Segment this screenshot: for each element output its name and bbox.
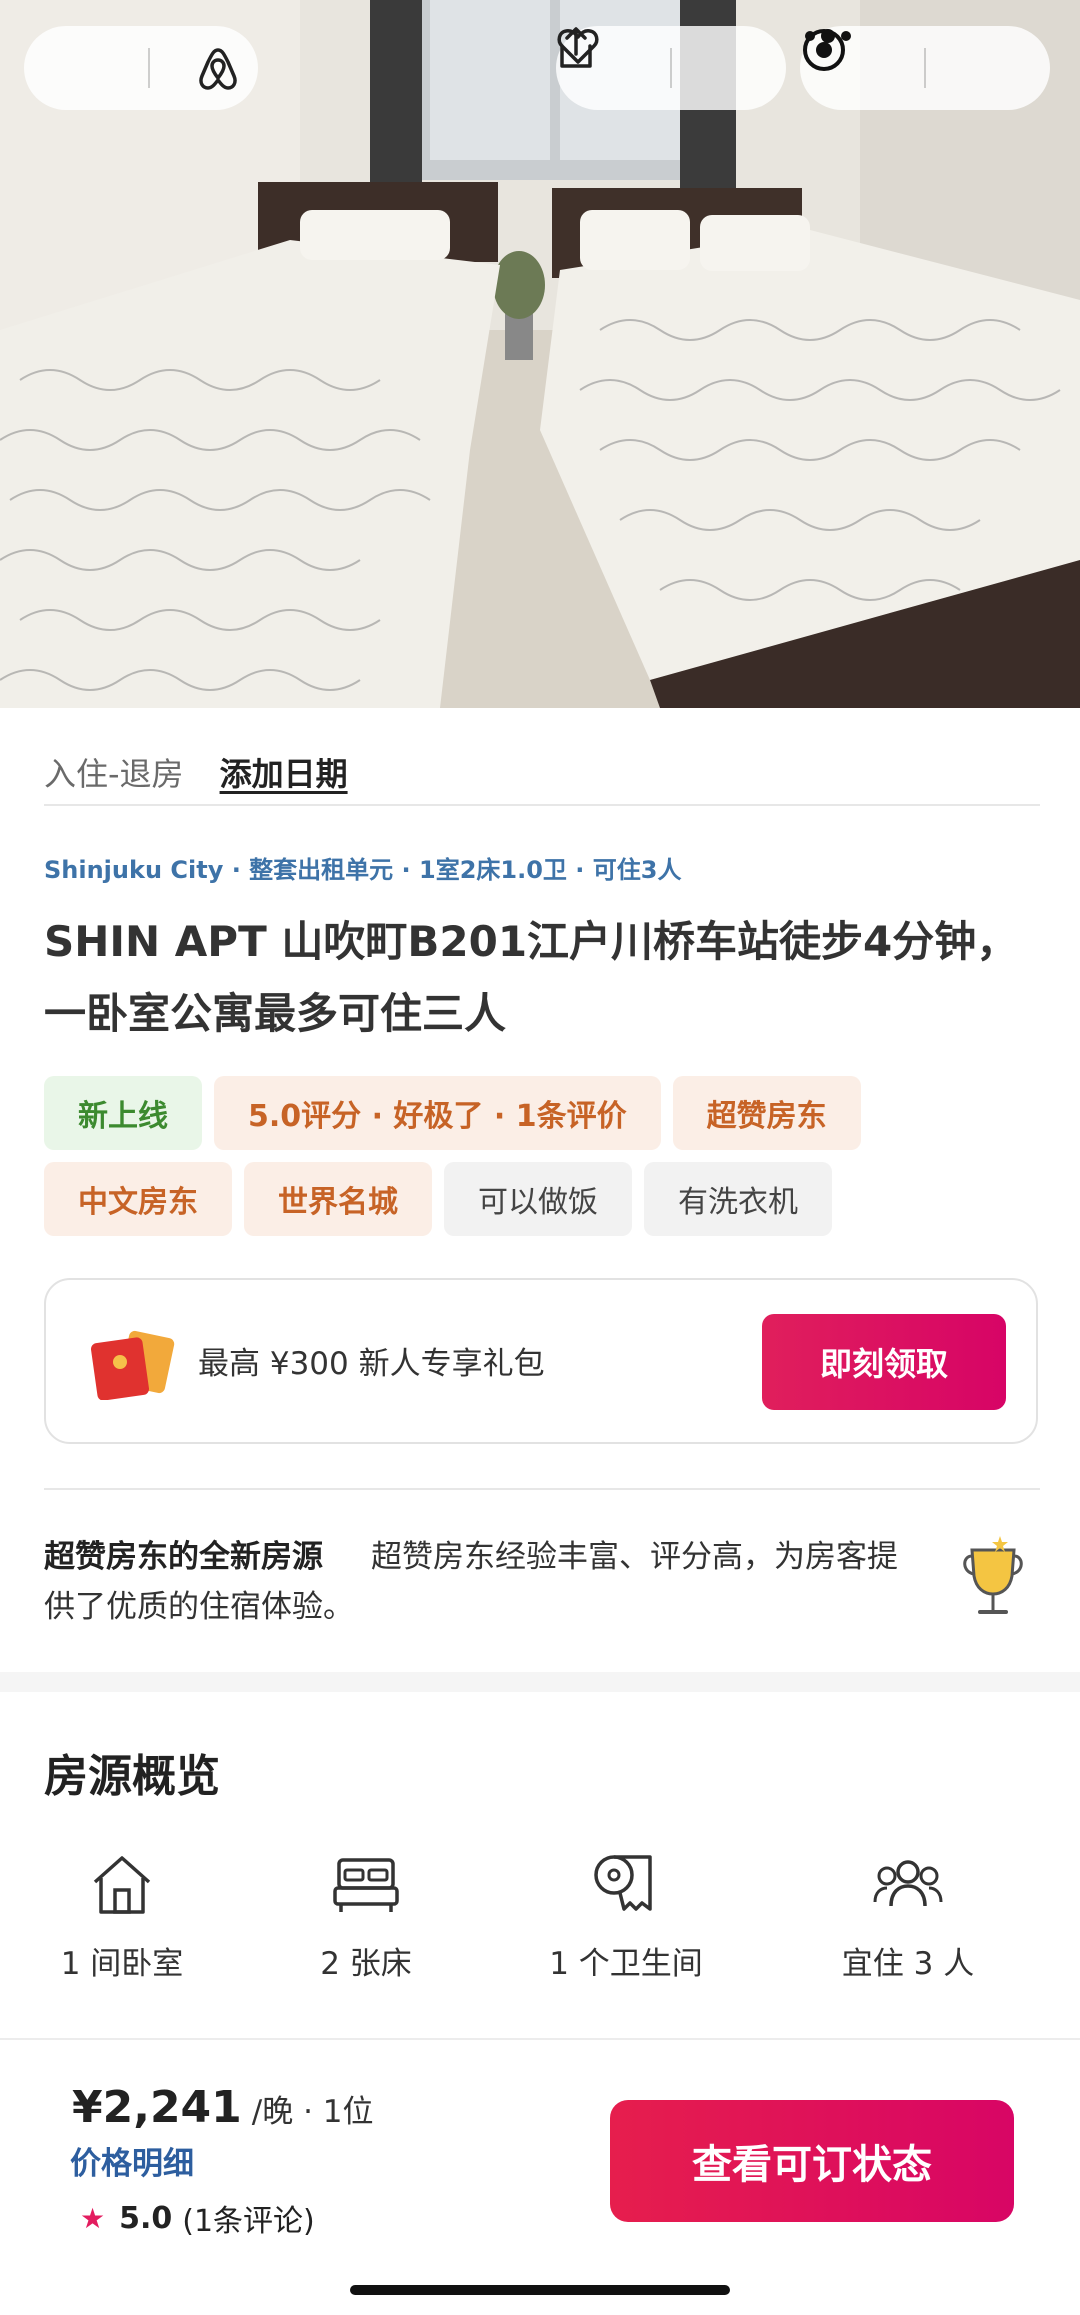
price-line: ¥2,241 /晚 · 1位 xyxy=(72,2082,374,2133)
trophy-icon xyxy=(956,1532,1030,1626)
price-unit: /晚 · 1位 xyxy=(251,2094,374,2130)
checkin-checkout-label: 入住-退房 xyxy=(44,755,184,793)
tag-superhost: 超赞房东 xyxy=(672,1076,861,1150)
listing-title: SHIN APT 山吹町B201江户川桥车站徒步4分钟，一卧室公寓最多可住三人 xyxy=(44,917,1019,1038)
coupon-text: 最高 ¥300 新人专享礼包 xyxy=(198,1346,545,1382)
superhost-note: 超赞房东的全新房源 超赞房东经验丰富、评分高，为房客提供了优质的住宿体验。 xyxy=(44,1532,924,1632)
tag-new: 新上线 xyxy=(44,1076,202,1150)
date-row: 入住-退房 添加日期 xyxy=(44,740,1040,806)
listing-meta: Shinjuku City · 整套出租单元 · 1室2床1.0卫 · 可住3人 xyxy=(44,856,682,884)
heart-icon[interactable] xyxy=(557,29,755,96)
home-indicator xyxy=(350,2285,730,2295)
actions-pill xyxy=(556,26,786,110)
rating-score: 5.0 xyxy=(119,2200,173,2236)
overview-label: 1 间卧室 xyxy=(60,1946,184,1982)
target-icon[interactable] xyxy=(803,29,1018,96)
overview-item-beds: 2 张床 xyxy=(256,1844,476,1983)
pill-divider xyxy=(148,48,150,88)
review-count: (1条评论) xyxy=(182,2204,315,2239)
brand-pill[interactable] xyxy=(24,26,258,110)
nightly-price: ¥2,241 xyxy=(72,2082,242,2133)
red-envelope-icon xyxy=(90,1330,180,1404)
tag-rating[interactable]: 5.0评分 · 好极了 · 1条评价 xyxy=(214,1076,661,1150)
house-icon xyxy=(12,1844,232,1924)
price-breakdown-link[interactable]: 价格明细 xyxy=(70,2138,194,2183)
miniprogram-capsule xyxy=(800,26,1050,110)
pill-divider xyxy=(669,48,672,88)
overview-label: 宜住 3 人 xyxy=(841,1946,975,1982)
superhost-title: 超赞房东的全新房源 xyxy=(44,1539,323,1575)
tag-world-city: 世界名城 xyxy=(244,1162,432,1236)
tag-washer: 有洗衣机 xyxy=(644,1162,832,1236)
add-dates-link[interactable]: 添加日期 xyxy=(220,749,348,795)
overview-label: 2 张床 xyxy=(320,1946,412,1982)
capsule-divider xyxy=(924,48,926,88)
overview-label: 1 个卫生间 xyxy=(549,1946,703,1982)
coupon-card: 最高 ¥300 新人专享礼包 即刻领取 xyxy=(44,1278,1038,1444)
rating-summary[interactable]: ★ 5.0 (1条评论) xyxy=(80,2196,315,2240)
toilet-paper-icon xyxy=(516,1844,736,1924)
overview-item-guests: 宜住 3 人 xyxy=(798,1844,1018,1983)
overview-item-bathrooms: 1 个卫生间 xyxy=(516,1844,736,1983)
star-icon: ★ xyxy=(80,2201,106,2235)
overview-list: 1 间卧室 2 张床 1 个卫生间 宜住 3 人 xyxy=(0,1844,1080,1994)
overview-item-bedrooms: 1 间卧室 xyxy=(12,1844,232,1983)
bed-icon xyxy=(256,1844,476,1924)
tag-list: 新上线 5.0评分 · 好极了 · 1条评价 超赞房东 中文房东 世界名城 可以… xyxy=(44,1076,1044,1236)
airbnb-logo-icon[interactable] xyxy=(196,44,252,100)
tag-chinese-host: 中文房东 xyxy=(44,1162,232,1236)
tag-cooking: 可以做饭 xyxy=(444,1162,632,1236)
claim-coupon-button[interactable]: 即刻领取 xyxy=(762,1314,1006,1410)
overview-title: 房源概览 xyxy=(44,1751,220,1802)
bottom-bar-divider xyxy=(0,2038,1080,2040)
guests-icon xyxy=(798,1844,1018,1924)
section-separator xyxy=(0,1672,1080,1692)
listing-photo[interactable] xyxy=(0,0,1080,708)
divider xyxy=(44,1488,1040,1490)
check-availability-button[interactable]: 查看可订状态 xyxy=(610,2100,1014,2222)
